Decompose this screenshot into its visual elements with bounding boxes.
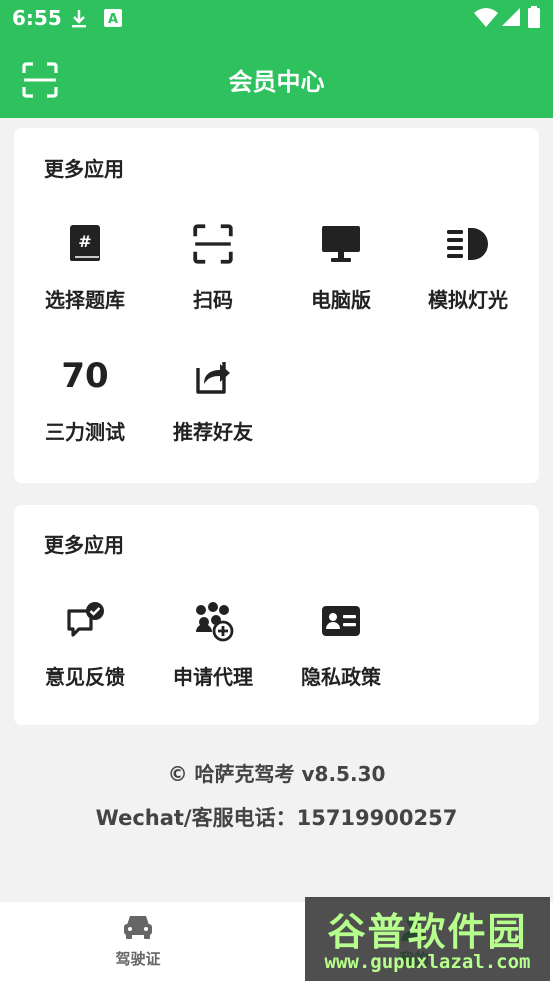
apps-card: 更多应用 # 选择题库 扫码 电脑版 模拟灯光 70 三力测试 推荐好友 <box>14 128 539 483</box>
app-label: 隐私政策 <box>301 665 381 689</box>
scan-icon <box>22 62 58 98</box>
app-light-simulation[interactable]: 模拟灯光 <box>404 216 532 336</box>
download-icon <box>70 9 88 33</box>
id-card-icon <box>277 593 405 649</box>
test-score: 70 <box>21 348 149 404</box>
app-label: 电脑版 <box>311 288 371 312</box>
app-feedback[interactable]: 意见反馈 <box>21 593 149 713</box>
card-title: 更多应用 <box>44 157 124 181</box>
app-label: 申请代理 <box>173 665 253 689</box>
app-label: 模拟灯光 <box>428 288 508 312</box>
battery-icon <box>528 6 540 32</box>
app-apply-agent[interactable]: 申请代理 <box>149 593 277 713</box>
card-title: 更多应用 <box>44 533 124 557</box>
app-label: 意见反馈 <box>45 665 125 689</box>
nav-item-license[interactable]: 驾驶证 <box>78 908 198 978</box>
nav-item-label: 驾驶证 <box>115 950 161 968</box>
watermark: 谷普软件园 www.gupuxlazal.com <box>305 897 550 981</box>
app-scan[interactable]: 扫码 <box>149 216 277 336</box>
watermark-title: 谷普软件园 <box>327 910 528 954</box>
wifi-icon <box>474 7 498 31</box>
scan-icon <box>149 216 277 272</box>
contact-text: Wechat/客服电话：15719900257 <box>95 806 458 830</box>
more-card: 更多应用 意见反馈 申请代理 隐私政策 <box>14 505 539 725</box>
app-privacy-policy[interactable]: 隐私政策 <box>277 593 405 713</box>
a-badge-icon: A <box>104 9 122 31</box>
headlight-icon <box>404 216 532 272</box>
scan-button[interactable] <box>22 62 58 98</box>
svg-text:#: # <box>78 232 91 251</box>
svg-text:A: A <box>108 12 118 27</box>
car-icon <box>122 912 154 944</box>
feedback-icon <box>21 593 149 649</box>
signal-icon <box>502 8 520 30</box>
group-add-icon <box>149 593 277 649</box>
app-three-abilities-test[interactable]: 70 三力测试 <box>21 348 149 468</box>
page-title: 会员中心 <box>228 68 325 96</box>
app-label: 推荐好友 <box>173 420 253 444</box>
app-label: 扫码 <box>193 288 233 312</box>
app-label: 选择题库 <box>45 288 125 312</box>
status-time: 6:55 <box>12 6 62 30</box>
app-header: 会员中心 <box>0 38 553 118</box>
monitor-icon <box>277 216 405 272</box>
watermark-url: www.gupuxlazal.com <box>324 951 531 973</box>
status-bar: 6:55 A <box>0 0 553 38</box>
copyright-text: © 哈萨克驾考 v8.5.30 <box>167 762 386 786</box>
share-icon <box>149 348 277 404</box>
app-recommend-friends[interactable]: 推荐好友 <box>149 348 277 468</box>
test-score-value: 70 <box>61 356 109 396</box>
app-label: 三力测试 <box>45 420 125 444</box>
app-desktop[interactable]: 电脑版 <box>277 216 405 336</box>
app-question-bank[interactable]: # 选择题库 <box>21 216 149 336</box>
question-bank-icon: # <box>21 216 149 272</box>
